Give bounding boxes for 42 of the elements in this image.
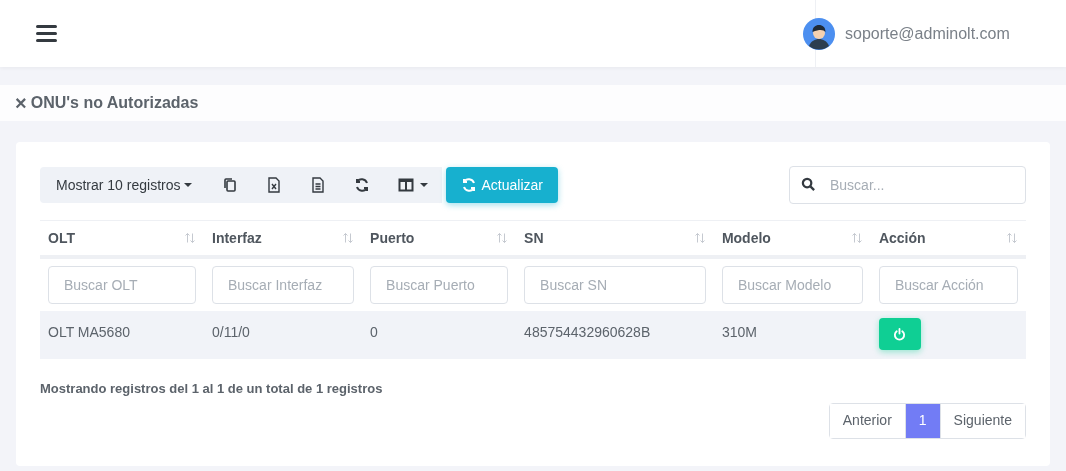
column-filter-field[interactable]: Buscar Interfaz	[212, 266, 355, 304]
table-cell: 0/11/0	[212, 324, 250, 340]
reload-icon	[461, 177, 478, 193]
sort-icon	[184, 232, 196, 244]
column-filter-field[interactable]: Buscar SN	[524, 266, 706, 304]
sort-icon	[693, 232, 706, 244]
column-header[interactable]: OLT	[48, 227, 75, 249]
excel-file-icon	[266, 177, 283, 193]
column-filter-field[interactable]: Buscar Puerto	[370, 266, 509, 304]
sort-icon	[850, 232, 863, 244]
reload-icon	[354, 177, 371, 193]
column-filter-field[interactable]: Buscar Modelo	[721, 266, 863, 304]
table-cell: 0	[370, 324, 378, 340]
column-header[interactable]: Puerto	[370, 227, 415, 249]
pagination-button[interactable]: 1	[904, 403, 940, 438]
column-header[interactable]: SN	[524, 227, 544, 249]
close-icon[interactable]: ×	[15, 93, 27, 113]
page-title: ONU's no Autorizadas	[30, 93, 199, 113]
caret-icon	[184, 181, 193, 189]
search-icon	[801, 177, 816, 192]
column-header[interactable]: Modelo	[721, 227, 771, 249]
sort-icon	[1006, 232, 1018, 244]
table-cell: 485754432960628B	[524, 324, 651, 340]
table-cell: OLT MA5680	[48, 324, 130, 340]
length-menu-button[interactable]: Mostrar 10 registros	[40, 167, 209, 203]
column-filter-field[interactable]: Buscar OLT	[48, 266, 196, 304]
column-header[interactable]: Interfaz	[212, 227, 262, 249]
sort-icon	[342, 232, 355, 244]
copy-icon	[222, 177, 239, 193]
column-filter-field[interactable]: Buscar Acción	[878, 266, 1018, 304]
power-icon	[893, 327, 907, 341]
document-icon	[310, 177, 327, 193]
pagination-button[interactable]: Siguiente	[939, 403, 1025, 438]
menu-icon[interactable]	[36, 25, 57, 42]
table-info: Mostrando registros del 1 al 1 de un total de 1 registros	[40, 380, 384, 398]
avatar-icon	[803, 17, 835, 50]
user-email[interactable]: soporte@adminolt.com	[835, 21, 1010, 46]
columns-icon	[398, 177, 429, 193]
table-cell: 310M	[721, 324, 757, 340]
search-field[interactable]: Buscar...	[789, 166, 1026, 204]
column-header[interactable]: Acción	[878, 227, 926, 249]
sort-icon	[496, 232, 509, 244]
